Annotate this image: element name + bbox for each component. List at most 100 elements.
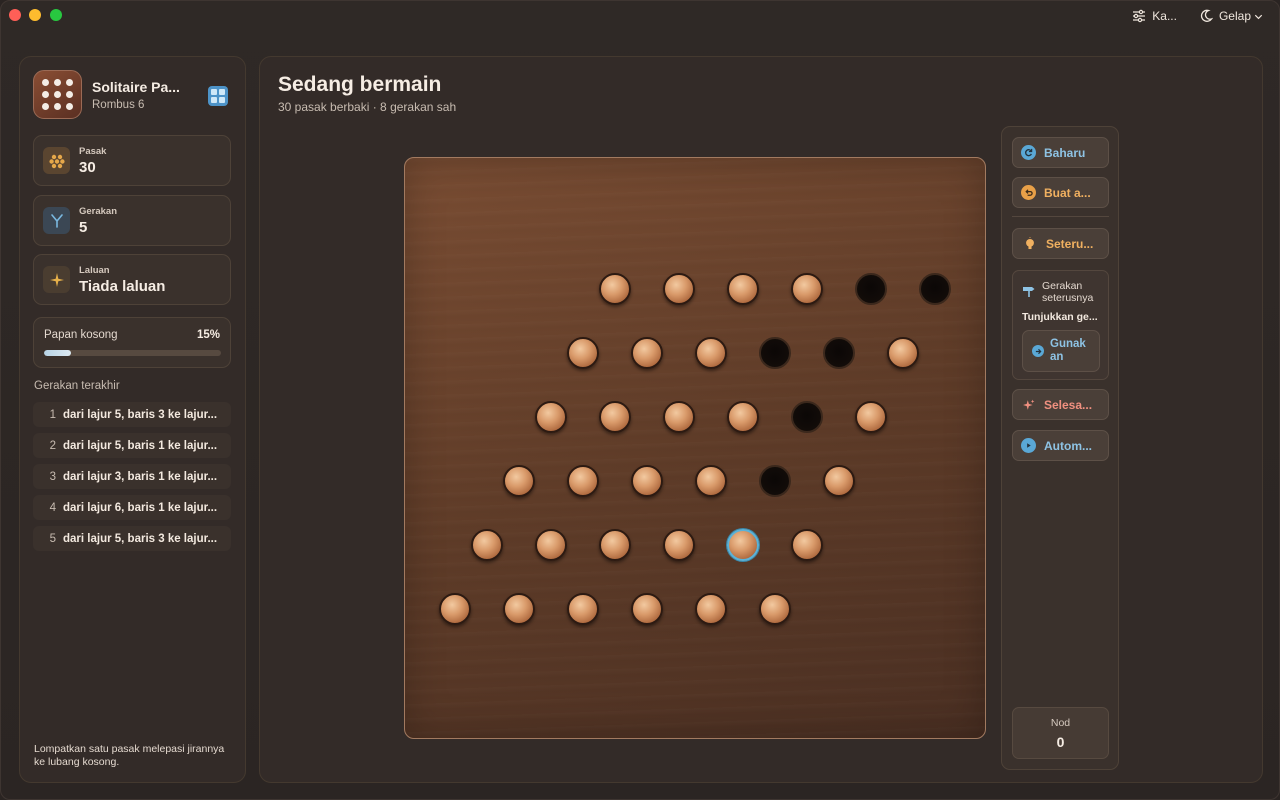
settings-menu-button[interactable]: Ka... xyxy=(1126,7,1183,25)
undo-label: Buat a... xyxy=(1044,185,1091,200)
board-peg[interactable] xyxy=(599,529,631,561)
board-peg[interactable] xyxy=(887,337,919,369)
app-logo-icon xyxy=(33,70,82,119)
board-hole[interactable] xyxy=(855,273,887,305)
recent-move-number: 5 xyxy=(49,532,56,545)
stat-value: 5 xyxy=(79,219,88,236)
progress-label: Papan kosong xyxy=(44,329,118,341)
play-icon xyxy=(1021,438,1036,453)
stat-label: Gerakan xyxy=(79,206,118,217)
next-move-title: Gerakan seterusnya xyxy=(1042,280,1094,304)
use-move-button[interactable]: Gunak an xyxy=(1022,330,1100,372)
divider xyxy=(1012,216,1109,217)
action-panel: Baharu Buat a... Seteru... Gerakan seter… xyxy=(1001,126,1119,770)
board-peg[interactable] xyxy=(567,465,599,497)
game-status: 30 pasak berbaki · 8 gerakan sah xyxy=(278,100,457,114)
recent-move-item[interactable]: 5 dari lajur 5, baris 3 ke lajur... xyxy=(33,526,231,551)
progress-percent: 15% xyxy=(196,329,220,341)
stat-label: Pasak xyxy=(79,146,107,157)
board-peg[interactable] xyxy=(535,529,567,561)
minimize-window-button[interactable] xyxy=(29,9,41,21)
recent-move-item[interactable]: 3 dari lajur 3, baris 1 ke lajur... xyxy=(33,464,231,489)
board-peg[interactable] xyxy=(791,529,823,561)
board-peg[interactable] xyxy=(503,593,535,625)
lightbulb-icon xyxy=(1021,235,1038,252)
recent-move-number: 1 xyxy=(49,408,56,421)
title-bar: Ka... Gelap xyxy=(1,1,1279,31)
theme-menu-label: Gelap xyxy=(1218,9,1251,23)
sparkles-icon xyxy=(1021,397,1036,412)
settings-menu-label: Ka... xyxy=(1152,9,1177,23)
empty-board-progress: Papan kosong 15% xyxy=(33,317,231,368)
stat-value: 30 xyxy=(79,159,96,176)
board-peg[interactable] xyxy=(599,273,631,305)
undo-button[interactable]: Buat a... xyxy=(1012,177,1109,208)
app-header: Solitaire Pa... Rombus 6 xyxy=(33,70,233,120)
board-peg[interactable] xyxy=(663,273,695,305)
close-window-button[interactable] xyxy=(9,9,21,21)
board-hole[interactable] xyxy=(791,401,823,433)
recent-move-number: 3 xyxy=(49,470,56,483)
recent-moves-list: 1 dari lajur 5, baris 3 ke lajur... 2 dari … xyxy=(33,402,231,557)
board-peg[interactable] xyxy=(855,401,887,433)
next-move-card: Gerakan seterusnya Tunjukkan ge... Gunak… xyxy=(1012,270,1109,380)
board-peg[interactable] xyxy=(695,593,727,625)
board-peg[interactable] xyxy=(503,465,535,497)
refresh-icon xyxy=(1021,145,1036,160)
new-game-button[interactable]: Baharu xyxy=(1012,137,1109,168)
use-move-label: Gunak an xyxy=(1050,338,1086,363)
board-peg[interactable] xyxy=(663,401,695,433)
game-board[interactable] xyxy=(404,157,986,739)
solve-button[interactable]: Selesa... xyxy=(1012,389,1109,420)
stat-label: Laluan xyxy=(79,265,110,276)
board-hole[interactable] xyxy=(823,337,855,369)
board-layout-button[interactable] xyxy=(208,86,228,106)
signpost-icon xyxy=(1023,287,1035,297)
board-peg[interactable] xyxy=(823,465,855,497)
board-peg[interactable] xyxy=(727,401,759,433)
recent-move-text: dari lajur 3, baris 1 ke lajur... xyxy=(63,470,218,483)
board-peg[interactable] xyxy=(439,593,471,625)
board-peg[interactable] xyxy=(631,337,663,369)
recent-move-item[interactable]: 2 dari lajur 5, baris 1 ke lajur... xyxy=(33,433,231,458)
recent-move-text: dari lajur 6, baris 1 ke lajur... xyxy=(63,501,218,514)
hint-button[interactable]: Seteru... xyxy=(1012,228,1109,259)
board-peg[interactable] xyxy=(695,465,727,497)
stat-card-moves: Gerakan 5 xyxy=(33,195,231,246)
sparkle-icon xyxy=(43,266,70,293)
board-hole[interactable] xyxy=(759,337,791,369)
board-peg[interactable] xyxy=(727,273,759,305)
node-value: 0 xyxy=(1056,734,1065,750)
board-peg[interactable] xyxy=(599,401,631,433)
recent-move-item[interactable]: 4 dari lajur 6, baris 1 ke lajur... xyxy=(33,495,231,520)
progress-track xyxy=(44,350,221,356)
board-peg[interactable] xyxy=(631,465,663,497)
recent-move-item[interactable]: 1 dari lajur 5, baris 3 ke lajur... xyxy=(33,402,231,427)
board-peg[interactable] xyxy=(695,337,727,369)
selected-peg[interactable] xyxy=(727,529,759,561)
app-title: Solitaire Pa... xyxy=(92,79,180,95)
moon-icon xyxy=(1200,9,1213,22)
recent-move-text: dari lajur 5, baris 3 ke lajur... xyxy=(63,408,218,421)
undo-icon xyxy=(1021,185,1036,200)
stat-card-pegs: Pasak 30 xyxy=(33,135,231,186)
board-peg[interactable] xyxy=(791,273,823,305)
hint-label: Seteru... xyxy=(1046,236,1094,251)
board-hole[interactable] xyxy=(759,465,791,497)
node-counter: Nod 0 xyxy=(1012,707,1109,759)
recent-move-number: 4 xyxy=(49,501,56,514)
board-peg[interactable] xyxy=(535,401,567,433)
theme-menu-button[interactable]: Gelap xyxy=(1193,7,1269,25)
main-panel: Sedang bermain 30 pasak berbaki · 8 gera… xyxy=(259,56,1263,783)
zoom-window-button[interactable] xyxy=(50,9,62,21)
recent-move-text: dari lajur 5, baris 3 ke lajur... xyxy=(63,532,218,545)
board-peg[interactable] xyxy=(663,529,695,561)
board-peg[interactable] xyxy=(567,593,599,625)
board-peg[interactable] xyxy=(471,529,503,561)
fork-icon xyxy=(43,207,70,234)
board-hole[interactable] xyxy=(919,273,951,305)
board-peg[interactable] xyxy=(759,593,791,625)
board-peg[interactable] xyxy=(567,337,599,369)
board-peg[interactable] xyxy=(631,593,663,625)
autoplay-button[interactable]: Autom... xyxy=(1012,430,1109,461)
